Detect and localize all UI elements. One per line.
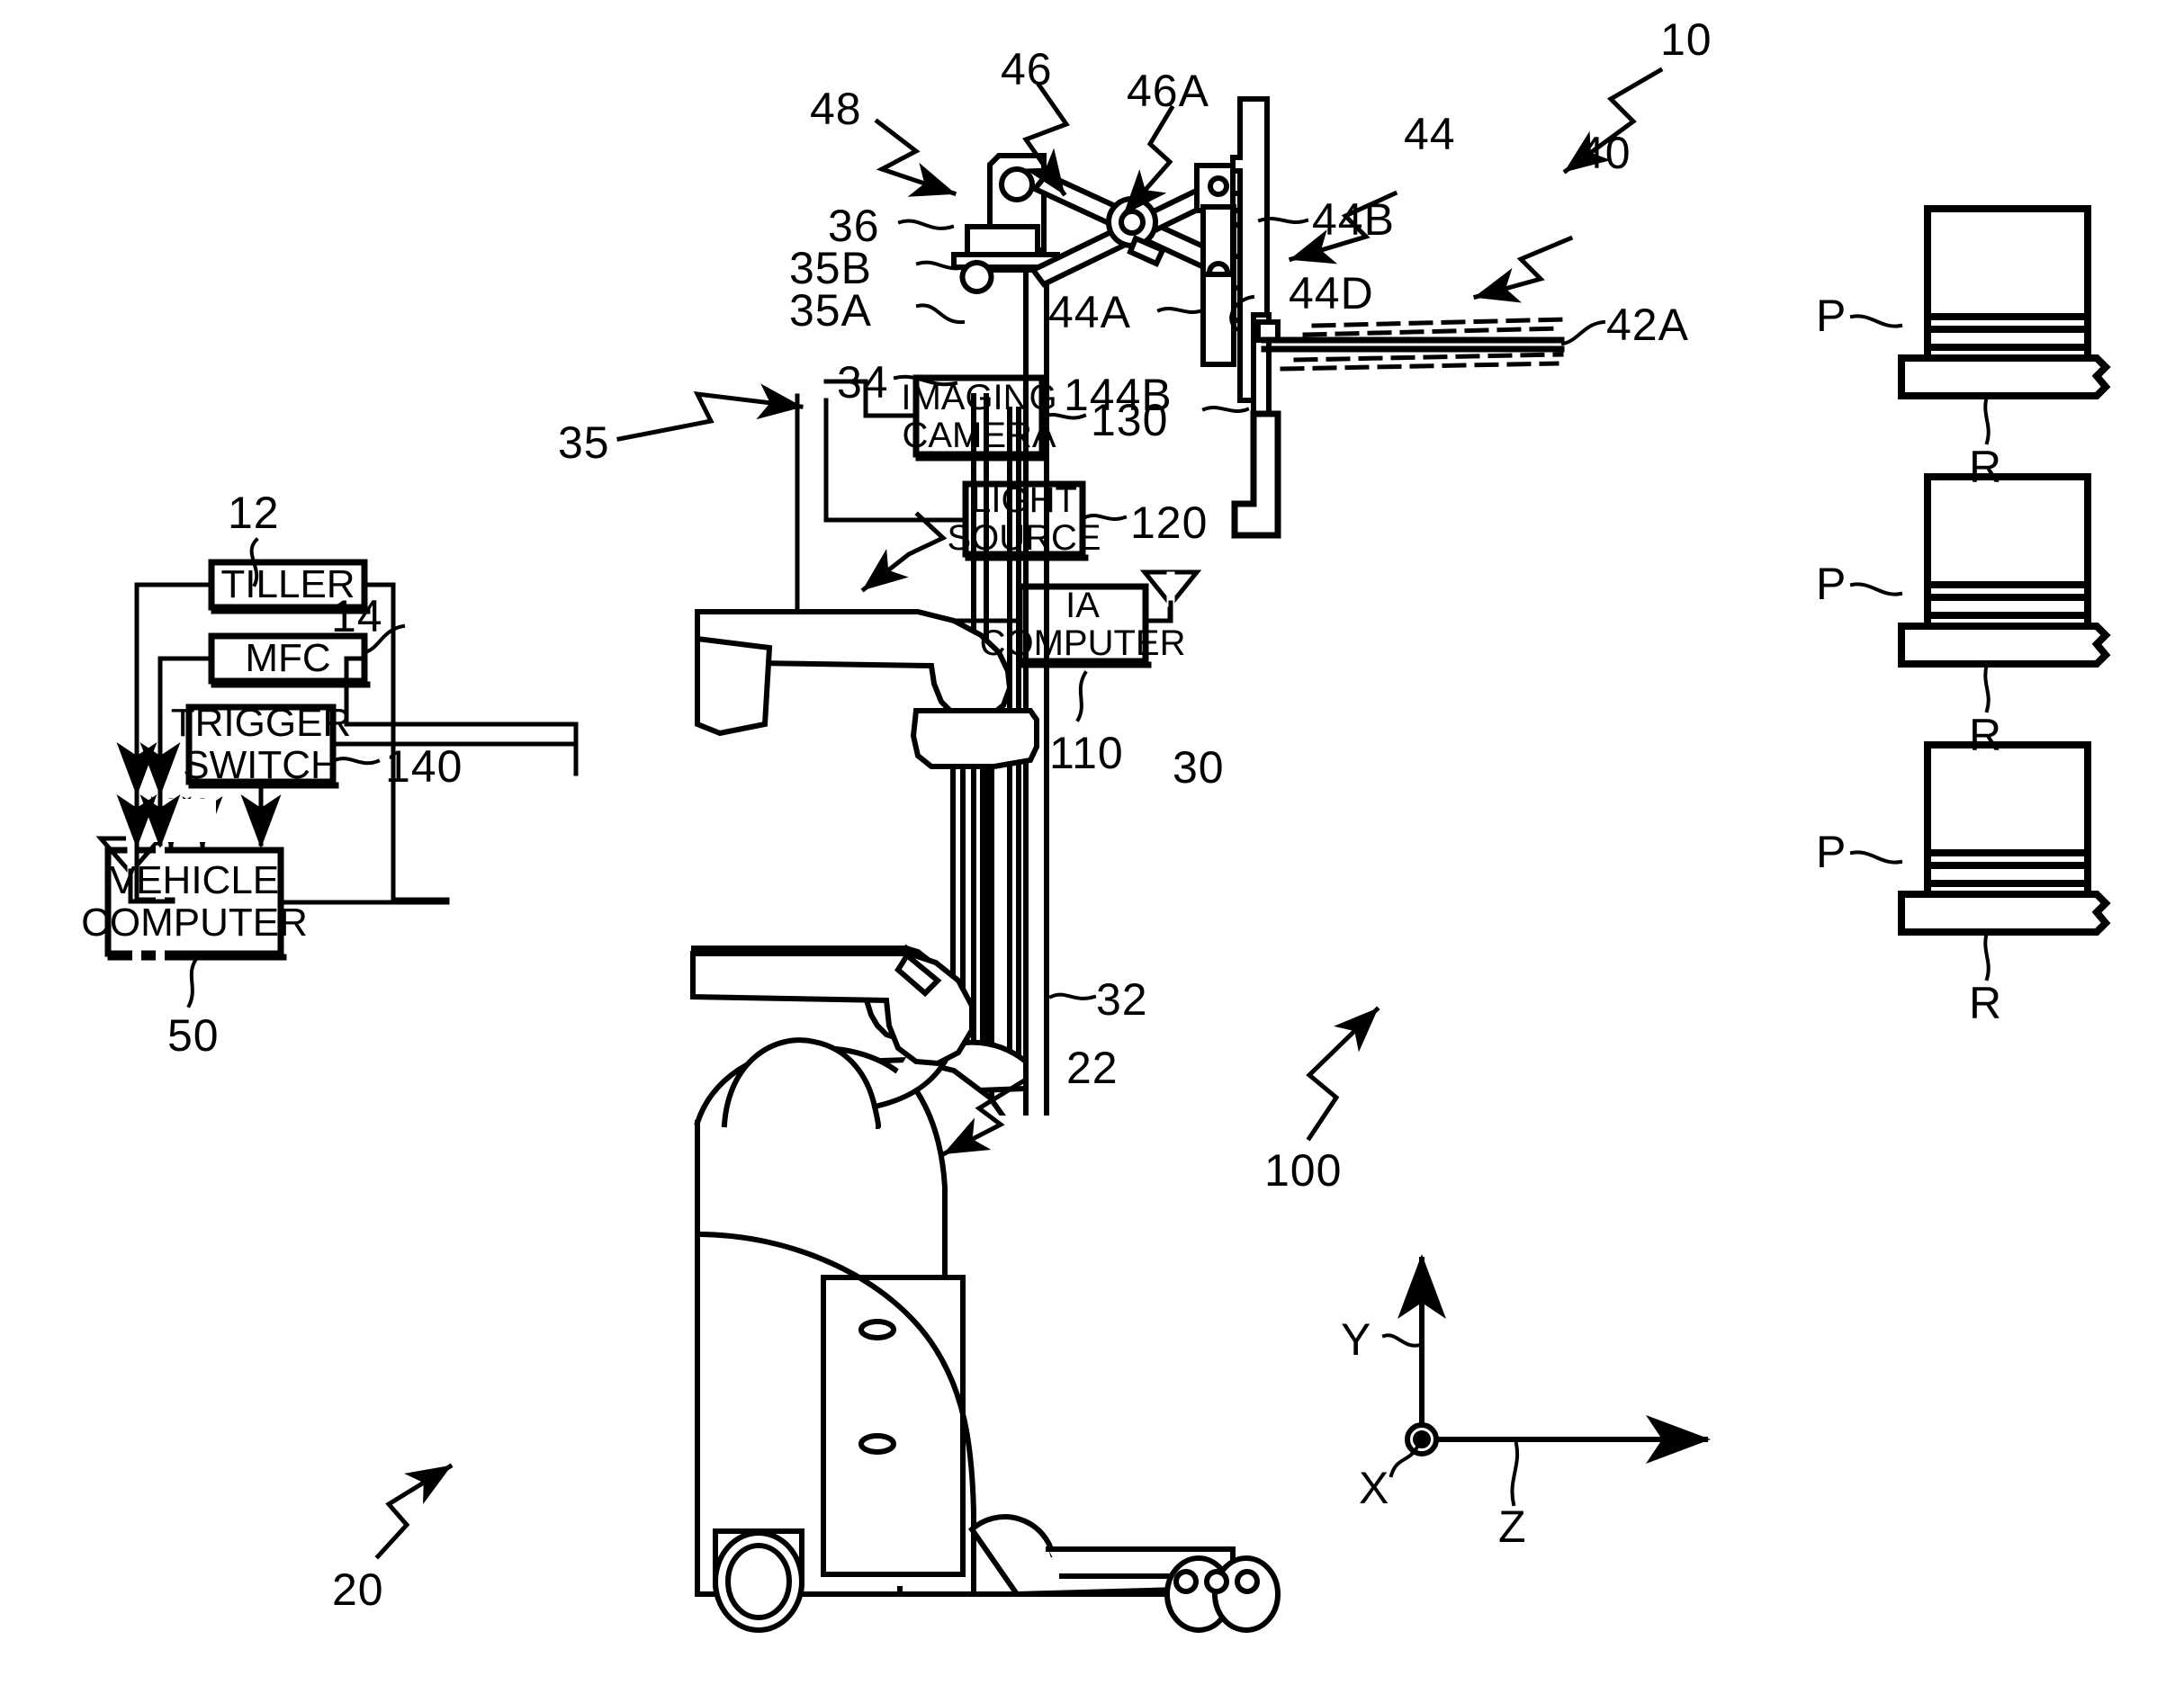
ref-text-48: 48 <box>810 84 862 134</box>
ref-numeral-30: 30 <box>1173 741 1225 793</box>
ref-numeral-144B: 144B <box>1064 369 1173 421</box>
rack-label-r-middle: R <box>1969 709 2002 761</box>
ref-text-46A: 46A <box>1127 66 1209 116</box>
ref-text-14: 14 <box>331 591 383 641</box>
ref-text-120: 120 <box>1130 497 1209 548</box>
ref-text-10: 10 <box>1660 14 1712 65</box>
ref-numeral-34: 34 <box>837 356 889 408</box>
ref-text-32: 32 <box>1096 974 1148 1025</box>
ref-numeral-35: 35 <box>558 417 610 469</box>
ref-text-140: 140 <box>385 741 463 792</box>
rack-text-r-middle: R <box>1969 710 2003 760</box>
ref-numeral-44B: 44B <box>1312 193 1395 246</box>
rack-text-r-bottom: R <box>1969 978 2003 1028</box>
ref-text-100: 100 <box>1264 1145 1343 1196</box>
ref-text-36: 36 <box>828 201 880 251</box>
ref-numeral-32: 32 <box>1096 973 1148 1026</box>
ref-numeral-42A: 42A <box>1606 299 1689 351</box>
block-ia-computer[interactable] <box>1016 583 1152 668</box>
ref-text-12: 12 <box>228 488 280 538</box>
ref-text-42A: 42A <box>1606 300 1689 350</box>
ref-numeral-100: 100 <box>1264 1144 1342 1197</box>
axis-label-y: Y <box>1341 1313 1371 1366</box>
fork-blades-42A-dashed <box>1280 317 1568 372</box>
fork-blades-42A <box>1261 336 1565 353</box>
ref-text-22: 22 <box>1066 1043 1119 1093</box>
rack-label-r-top: R <box>1969 441 2002 493</box>
ref-numeral-48: 48 <box>810 83 862 135</box>
carriage-support-44D <box>1251 312 1281 417</box>
ref-text-144B: 144B <box>1064 370 1173 420</box>
ref-numeral-12: 12 <box>228 487 280 539</box>
ref-text-44D: 44D <box>1289 268 1374 318</box>
ref-text-44B: 44B <box>1312 194 1395 245</box>
pallet-text-p-middle: P <box>1816 559 1847 609</box>
ref-numeral-20: 20 <box>332 1564 384 1616</box>
axis-text-x: X <box>1359 1463 1390 1513</box>
ref-numeral-14: 14 <box>331 590 383 642</box>
ref-numeral-44A: 44A <box>1048 286 1131 338</box>
ref-text-50: 50 <box>167 1010 220 1061</box>
block-trigger-switch[interactable] <box>185 704 339 789</box>
ref-numeral-50: 50 <box>167 1009 220 1062</box>
pallet-label-p-top: P <box>1816 290 1847 342</box>
ref-numeral-120: 120 <box>1130 497 1208 549</box>
ref-text-35: 35 <box>558 417 610 468</box>
axis-text-y: Y <box>1341 1314 1372 1365</box>
ref-text-44A: 44A <box>1048 287 1131 337</box>
ref-text-20: 20 <box>332 1564 384 1615</box>
ref-text-30: 30 <box>1173 742 1225 793</box>
ref-numeral-22: 22 <box>1066 1042 1119 1094</box>
ref-numeral-44D: 44D <box>1289 267 1374 319</box>
ref-text-46: 46 <box>1001 44 1053 94</box>
pallet-view-top <box>1849 205 2111 445</box>
ref-numeral-36: 36 <box>828 200 880 252</box>
scissors-reach-mechanism-46 <box>1029 163 1243 288</box>
seat-back <box>910 708 1039 769</box>
camera-mount-144B <box>1231 410 1281 539</box>
pallet-view-middle <box>1849 473 2111 713</box>
ref-text-44: 44 <box>1404 109 1456 159</box>
pallet-label-p-bottom: P <box>1816 826 1847 878</box>
axis-label-z: Z <box>1498 1501 1527 1553</box>
ref-text-34: 34 <box>837 357 889 408</box>
axis-label-x: X <box>1359 1462 1389 1514</box>
ref-numeral-46: 46 <box>1001 43 1053 95</box>
ref-numeral-110: 110 <box>1049 727 1124 779</box>
rack-text-r-top: R <box>1969 442 2003 492</box>
ref-numeral-46A: 46A <box>1127 65 1209 117</box>
ref-numeral-140: 140 <box>385 740 463 793</box>
ref-text-110: 110 <box>1049 728 1124 778</box>
pallet-text-p-top: P <box>1816 291 1847 341</box>
rack-label-r-bottom: R <box>1969 977 2002 1029</box>
reach-member-44A <box>1200 272 1236 367</box>
ref-numeral-44: 44 <box>1404 108 1456 160</box>
ref-text-40: 40 <box>1579 128 1631 178</box>
axis-text-z: Z <box>1498 1501 1527 1552</box>
pallet-label-p-middle: P <box>1816 558 1847 610</box>
ref-numeral-40: 40 <box>1579 127 1631 179</box>
pallet-view-bottom <box>1849 741 2111 981</box>
block-mfc[interactable] <box>208 632 371 688</box>
ref-numeral-10: 10 <box>1660 13 1712 66</box>
coordinate-axes <box>1381 1254 1711 1507</box>
patent-figure-canvas <box>95 67 2111 1633</box>
pallet-text-p-bottom: P <box>1816 827 1847 877</box>
